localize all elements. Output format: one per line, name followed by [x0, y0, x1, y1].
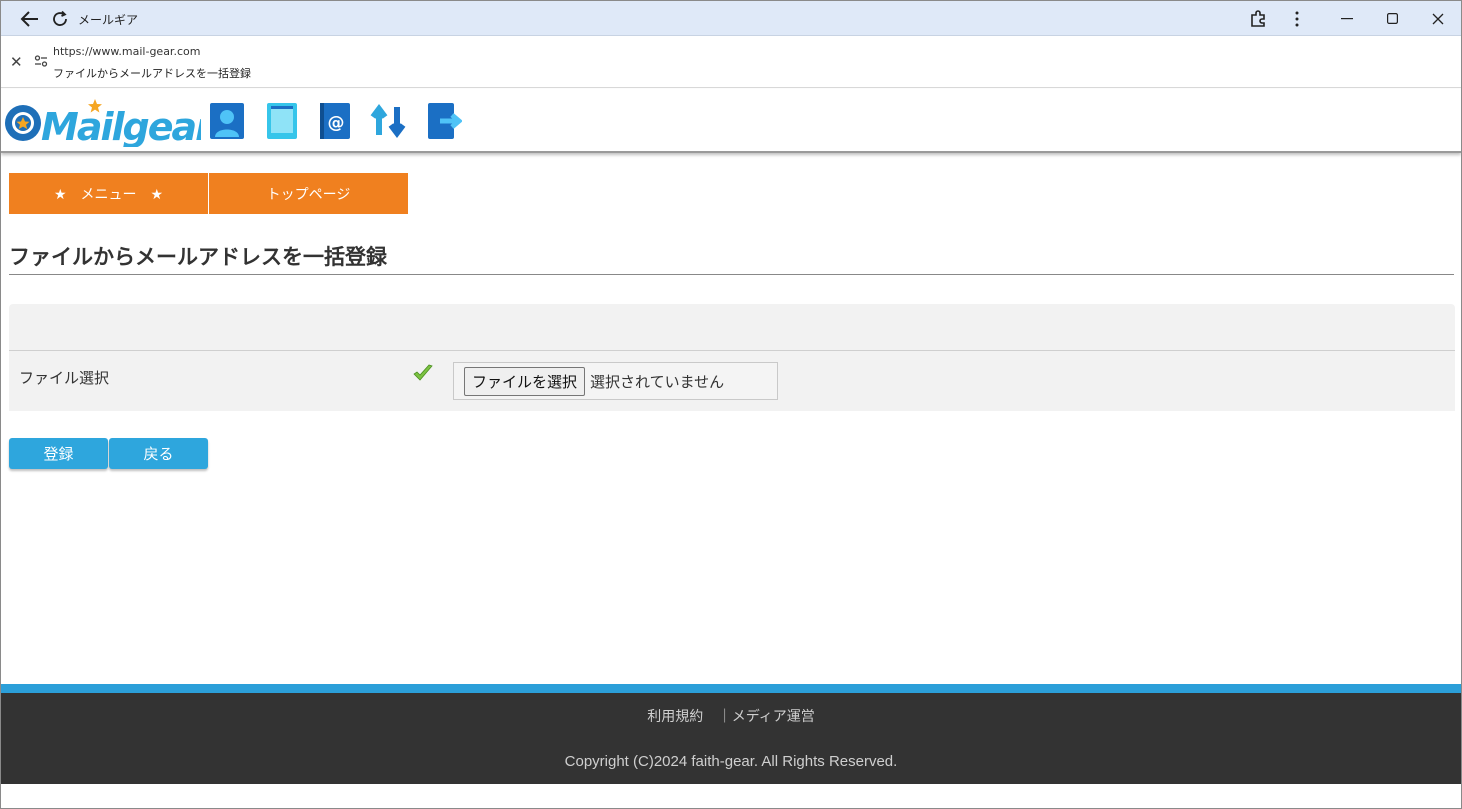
file-input[interactable]: ファイルを選択 選択されていません: [453, 362, 778, 400]
menu-button[interactable]: ★ メニュー ★: [9, 173, 208, 214]
window-title: メールギア: [78, 13, 139, 27]
register-button[interactable]: 登録: [9, 438, 108, 469]
reload-icon[interactable]: [48, 1, 72, 36]
browser-window: メールギア ✕ https://www.mail-gear.com ファイルから…: [0, 0, 1462, 809]
close-icon[interactable]: ✕: [10, 53, 23, 71]
terms-link[interactable]: 利用規約: [647, 709, 703, 725]
copyright-text: Copyright (C)2024 faith-gear. All Rights…: [564, 753, 898, 770]
book-icon[interactable]: [263, 101, 301, 141]
logo-text: Mailgear: [41, 105, 201, 147]
user-icon[interactable]: [208, 101, 246, 141]
upload-form: ファイル選択 ファイルを選択 選択されていません: [9, 304, 1455, 411]
title-bar: メールギア: [1, 1, 1461, 36]
required-check-icon: [413, 364, 433, 381]
sync-icon[interactable]: [369, 101, 407, 141]
minimize-icon[interactable]: [1336, 1, 1358, 36]
app-header: Mailgear @: [1, 89, 1461, 153]
media-link[interactable]: メディア運営: [732, 709, 815, 725]
extensions-icon[interactable]: [1246, 1, 1270, 36]
url-text[interactable]: https://www.mail-gear.com: [53, 45, 200, 58]
address-book-icon[interactable]: @: [316, 101, 354, 141]
footer-stripe: [1, 684, 1461, 693]
site-settings-icon[interactable]: [34, 54, 48, 68]
top-page-button[interactable]: トップページ: [209, 173, 408, 214]
tab-page-title: ファイルからメールアドレスを一括登録: [53, 67, 251, 80]
back-arrow-icon[interactable]: [17, 1, 43, 36]
divider: [9, 274, 1454, 275]
back-button[interactable]: 戻る: [109, 438, 208, 469]
mailgear-logo[interactable]: Mailgear: [1, 95, 201, 147]
choose-file-button[interactable]: ファイルを選択: [464, 366, 586, 396]
address-bar: ✕ https://www.mail-gear.com ファイルからメールアドレ…: [1, 36, 1461, 88]
footer-links: 利用規約 ｜メディア運営: [1, 706, 1461, 726]
more-options-icon[interactable]: [1286, 1, 1308, 36]
form-header: [9, 304, 1455, 351]
footer-separator: ｜: [717, 709, 732, 725]
logout-icon[interactable]: [424, 101, 462, 141]
file-field-label: ファイル選択: [19, 369, 110, 387]
page-title: ファイルからメールアドレスを一括登録: [9, 245, 387, 269]
footer: 利用規約 ｜メディア運営 Copyright (C)2024 faith-gea…: [1, 693, 1461, 784]
file-status-text: 選択されていません: [590, 372, 725, 391]
close-window-icon[interactable]: [1427, 1, 1449, 36]
maximize-icon[interactable]: [1381, 1, 1403, 36]
svg-text:@: @: [328, 113, 345, 133]
